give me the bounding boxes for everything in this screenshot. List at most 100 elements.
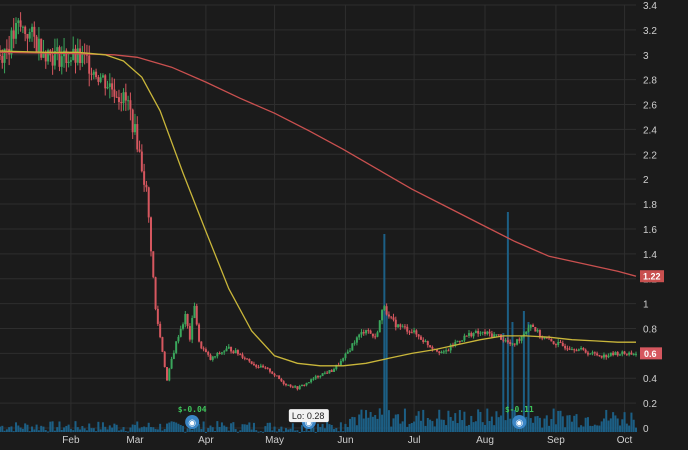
volume-bar: [371, 416, 374, 432]
candle-body: [349, 350, 352, 352]
volume-bar: [131, 424, 134, 432]
candle-body: [319, 376, 322, 378]
candle-body: [467, 333, 470, 336]
candle-body: [392, 317, 395, 320]
volume-bar: [241, 424, 244, 432]
candle-body: [561, 342, 564, 346]
volume-bar: [394, 414, 397, 432]
volume-bar: [108, 425, 111, 432]
y-tick-label: 0: [643, 424, 649, 435]
volume-bar: [259, 431, 262, 433]
candle-body: [289, 384, 292, 387]
volume-bar: [335, 428, 338, 432]
candle-body: [344, 353, 347, 359]
candle-body: [376, 332, 379, 337]
candle-body: [305, 382, 308, 386]
volume-bar: [465, 425, 468, 432]
candle-body: [600, 355, 603, 358]
candle-body: [40, 38, 43, 58]
volume-bar: [220, 422, 223, 432]
candle-body: [403, 326, 406, 328]
volume-bar: [202, 421, 205, 432]
candle-body: [614, 352, 617, 356]
candle-body: [198, 324, 201, 342]
candle-body: [266, 367, 269, 369]
volume-bar: [632, 419, 635, 432]
volume-bar: [264, 426, 267, 432]
candle-body: [415, 330, 418, 335]
volume-bar: [635, 427, 637, 432]
candle-body: [145, 184, 148, 188]
y-tick-label: 2.4: [643, 125, 657, 136]
volume-bar: [31, 426, 34, 432]
volume-bar: [618, 425, 621, 432]
candle-body: [518, 339, 521, 341]
candle-body: [296, 386, 299, 390]
candle-body: [257, 367, 260, 369]
candle-body: [182, 324, 185, 329]
candle-body: [97, 77, 100, 82]
candle-body: [394, 319, 397, 328]
volume-bar: [250, 429, 253, 432]
candle-body: [339, 360, 342, 366]
candle-body: [447, 350, 450, 352]
volume-bar: [211, 427, 214, 432]
candle-body: [575, 350, 578, 352]
volume-bar: [328, 424, 331, 432]
candle-body: [509, 342, 512, 344]
candle-body: [632, 354, 635, 356]
candle-body: [479, 332, 482, 334]
x-tick-label: Feb: [62, 435, 80, 446]
volume-bar: [204, 431, 207, 433]
candle-body: [378, 320, 381, 333]
candle-body: [346, 351, 349, 354]
volume-bar: [360, 409, 363, 432]
candle-body: [234, 350, 237, 354]
candle-body: [76, 48, 79, 63]
candle-body: [106, 86, 109, 89]
candle-body: [573, 349, 576, 351]
candle-body: [216, 353, 219, 357]
volume-bar: [166, 423, 169, 432]
price-chart: 00.20.40.60.811.21.41.61.822.22.42.62.83…: [0, 0, 688, 450]
volume-bar: [385, 311, 388, 432]
candle-body: [108, 83, 111, 87]
candle-body: [42, 53, 45, 58]
candle-body: [493, 334, 496, 338]
candle-body: [101, 75, 104, 78]
candle-body: [273, 373, 276, 376]
long-ma-badge-text: 1.22: [643, 272, 661, 282]
volume-bar: [445, 425, 448, 432]
volume-bar: [15, 422, 18, 432]
volume-bar: [417, 411, 420, 432]
volume-bar: [19, 427, 22, 432]
y-tick-label: 1.8: [643, 200, 657, 211]
candle-body: [541, 337, 544, 339]
candle-body: [513, 343, 516, 345]
candle-body: [527, 327, 530, 332]
volume-bar: [42, 426, 45, 432]
volume-bar: [383, 234, 386, 432]
volume-bar: [243, 424, 246, 432]
volume-bar: [548, 425, 551, 432]
volume-bar: [330, 424, 333, 432]
candle-body: [342, 358, 345, 361]
volume-bar: [527, 322, 530, 432]
candle-body: [589, 353, 592, 355]
volume-bar: [24, 423, 27, 432]
volume-bar: [200, 429, 203, 432]
candle-body: [456, 340, 459, 342]
candle-body: [598, 355, 601, 357]
volume-bar: [337, 431, 340, 433]
candle-body: [429, 345, 432, 347]
volume-bar: [586, 417, 589, 432]
volume-bar: [138, 428, 141, 432]
candle-body: [246, 358, 249, 360]
volume-bar: [580, 425, 583, 432]
volume-bar: [495, 411, 498, 432]
volume-bar: [156, 429, 159, 432]
volume-bar: [216, 421, 219, 432]
candle-body: [154, 277, 157, 309]
candle-body: [374, 336, 377, 338]
volume-bar: [534, 416, 537, 432]
